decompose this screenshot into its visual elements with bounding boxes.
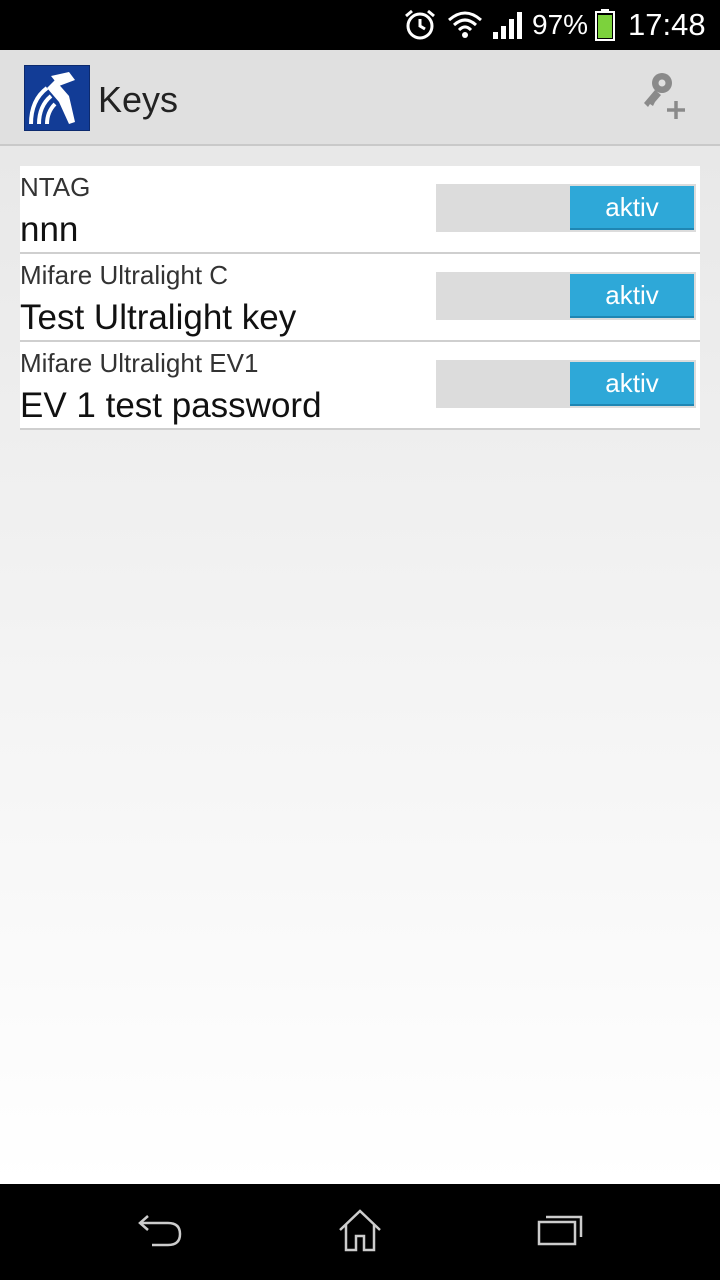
alarm-icon [402,0,438,50]
nfc-tools-logo-icon[interactable] [24,65,90,131]
app-bar: Keys [0,50,720,146]
add-key-button[interactable] [632,66,696,130]
active-toggle[interactable]: aktiv [436,360,696,408]
wifi-icon [446,0,484,50]
key-type-label: Mifare Ultralight EV1 [20,348,259,378]
signal-icon [490,0,526,50]
recent-apps-icon [536,1212,584,1253]
content-area: NTAG nnn aktiv Mifare Ultralight C Test … [0,146,720,1184]
toggle-thumb: aktiv [570,362,694,406]
key-type-label: Mifare Ultralight C [20,260,229,290]
recent-apps-button[interactable] [530,1202,590,1262]
toggle-thumb: aktiv [570,274,694,318]
list-item[interactable]: Mifare Ultralight EV1 EV 1 test password… [20,342,700,430]
status-bar: 97% 17:48 [0,0,720,50]
clock: 17:48 [628,7,706,42]
key-name-label: nnn [20,210,79,249]
home-icon [336,1208,384,1257]
page-title: Keys [98,79,179,120]
back-icon [136,1210,184,1255]
battery-percent: 97% [532,9,589,40]
navigation-bar [0,1184,720,1280]
home-button[interactable] [330,1202,390,1262]
list-item[interactable]: Mifare Ultralight C Test Ultralight key … [20,254,700,342]
active-toggle[interactable]: aktiv [436,184,696,232]
key-list: NTAG nnn aktiv Mifare Ultralight C Test … [20,166,700,430]
back-button[interactable] [130,1202,190,1262]
key-name-label: EV 1 test password [20,386,322,425]
key-name-label: Test Ultralight key [20,298,297,337]
key-type-label: NTAG [20,172,91,202]
toggle-thumb: aktiv [570,186,694,230]
active-toggle[interactable]: aktiv [436,272,696,320]
battery-icon [594,0,616,50]
list-item[interactable]: NTAG nnn aktiv [20,166,700,254]
add-key-icon [640,71,688,126]
